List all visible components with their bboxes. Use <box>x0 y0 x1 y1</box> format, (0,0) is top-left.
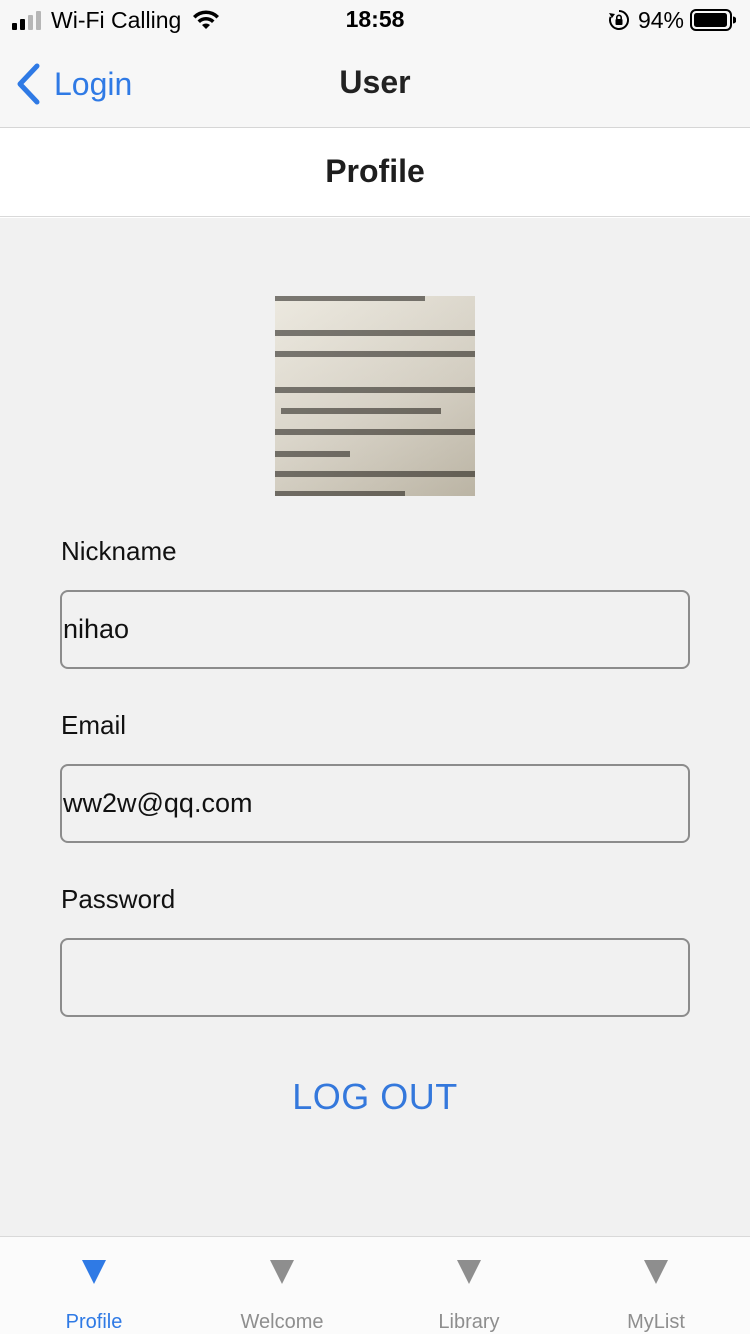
tab-label: Library <box>438 1311 500 1333</box>
orientation-lock-icon <box>608 10 629 30</box>
email-label: Email <box>61 710 127 740</box>
triangle-down-icon <box>457 1260 481 1284</box>
password-field[interactable] <box>60 938 690 1017</box>
tab-label: Welcome <box>240 1311 324 1333</box>
battery-icon <box>690 9 736 31</box>
tab-welcome[interactable]: Welcome <box>188 1237 376 1335</box>
avatar[interactable] <box>275 296 475 496</box>
page-header: Profile <box>0 129 750 217</box>
profile-form: Nickname Email Password LOG OUT <box>0 218 750 1236</box>
triangle-down-icon <box>270 1260 294 1284</box>
nickname-field[interactable] <box>60 590 690 669</box>
triangle-down-icon <box>644 1260 668 1284</box>
profile-photo <box>275 296 475 496</box>
nickname-label: Nickname <box>61 536 177 566</box>
tab-mylist[interactable]: MyList <box>562 1237 750 1335</box>
email-input[interactable] <box>62 766 688 841</box>
password-label: Password <box>61 884 176 914</box>
tab-bar: Profile Welcome Library MyList <box>0 1236 750 1334</box>
page-title: Profile <box>325 153 425 189</box>
logout-button[interactable]: LOG OUT <box>0 1076 750 1118</box>
tab-profile[interactable]: Profile <box>0 1237 188 1335</box>
nickname-input[interactable] <box>62 592 688 667</box>
triangle-down-icon <box>82 1260 106 1284</box>
status-bar: Wi-Fi Calling 18:58 94% <box>0 0 750 40</box>
nav-title: User <box>339 64 411 100</box>
navigation-bar: Login User <box>0 40 750 128</box>
tab-library[interactable]: Library <box>375 1237 563 1335</box>
tab-label: MyList <box>627 1311 685 1333</box>
status-right: 94% <box>608 6 736 34</box>
password-input[interactable] <box>62 940 688 1015</box>
tab-label: Profile <box>65 1311 123 1333</box>
email-field[interactable] <box>60 764 690 843</box>
battery-percent: 94% <box>637 6 684 33</box>
